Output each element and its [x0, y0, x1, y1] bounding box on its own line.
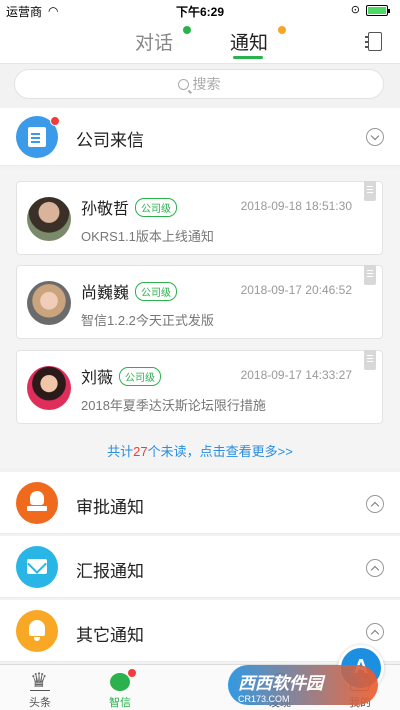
letter-list: 孙敬哲 公司级 2018-09-18 18:51:30 OKRS1.1版本上线通…	[0, 170, 400, 468]
approval-icon	[16, 482, 58, 524]
search-bar-container: 搜索	[0, 64, 400, 104]
tab-zhixin[interactable]: 智信	[80, 665, 160, 710]
active-tab-indicator	[233, 56, 263, 59]
tab-chat[interactable]: 对话	[135, 28, 173, 55]
unread-count: 27	[133, 444, 148, 459]
letter-card[interactable]: 尚巍巍 公司级 2018-09-17 20:46:52 智信1.2.2今天正式发…	[16, 265, 383, 339]
search-input[interactable]: 搜索	[14, 69, 384, 99]
stamp-icon	[27, 491, 47, 511]
bookmark-tag-icon	[364, 265, 376, 285]
level-badge: 公司级	[135, 282, 177, 301]
company-letter-section[interactable]: 公司来信	[0, 108, 400, 166]
bookmark-tag-icon	[364, 350, 376, 370]
avatar	[27, 366, 71, 410]
section-label: 审批通知	[76, 498, 144, 517]
top-nav: 对话 通知	[0, 20, 400, 64]
more-prefix: 共计	[107, 444, 134, 459]
section-label: 公司来信	[76, 131, 144, 150]
timestamp: 2018-09-17 20:46:52	[240, 283, 352, 297]
letter-card[interactable]: 孙敬哲 公司级 2018-09-18 18:51:30 OKRS1.1版本上线通…	[16, 181, 383, 255]
tab-notice[interactable]: 通知	[230, 28, 268, 55]
chat-icon	[110, 673, 130, 691]
watermark-title: 西西软件园	[238, 674, 323, 693]
chevron-up-icon[interactable]	[366, 559, 384, 577]
mail-icon	[27, 559, 47, 574]
clock: 下午6:29	[175, 5, 225, 19]
contacts-book-icon[interactable]	[365, 32, 382, 51]
chat-unread-dot	[183, 26, 191, 34]
site-watermark: 西西软件园 CR173.COM	[228, 665, 378, 705]
bell-icon	[29, 620, 45, 641]
chevron-down-icon[interactable]	[366, 128, 384, 146]
crown-icon	[30, 669, 50, 691]
approval-notice-section[interactable]: 审批通知	[0, 472, 400, 534]
letter-card[interactable]: 刘薇 公司级 2018-09-17 14:33:27 2018年夏季达沃斯论坛限…	[16, 350, 383, 424]
timestamp: 2018-09-18 18:51:30	[240, 199, 352, 213]
notice-unread-dot	[278, 26, 286, 34]
tab-headlines[interactable]: 头条	[0, 665, 80, 710]
chevron-up-icon[interactable]	[366, 495, 384, 513]
level-badge: 公司级	[135, 198, 177, 217]
level-badge: 公司级	[119, 367, 161, 386]
letter-subject: OKRS1.1版本上线通知	[81, 229, 214, 244]
view-more-link[interactable]: 共计27个未读，点击查看更多>>	[0, 441, 400, 460]
more-suffix: 个未读，点击查看更多>>	[147, 444, 293, 459]
sender-name: 孙敬哲	[81, 201, 130, 218]
avatar	[27, 197, 71, 241]
timestamp: 2018-09-17 14:33:27	[240, 368, 352, 382]
unread-badge	[50, 116, 60, 126]
section-label: 汇报通知	[76, 562, 144, 581]
tab-label: 头条	[29, 697, 51, 709]
sender-name: 尚巍巍	[81, 285, 130, 302]
search-placeholder: 搜索	[192, 76, 221, 92]
orientation-lock-icon: ⊙	[350, 4, 360, 16]
search-icon	[177, 79, 189, 90]
tab-label: 智信	[109, 697, 131, 709]
other-notice-section[interactable]: 其它通知	[0, 600, 400, 662]
section-label: 其它通知	[76, 626, 144, 645]
sender-name: 刘薇	[81, 370, 114, 387]
battery-icon	[366, 5, 390, 16]
chevron-up-icon[interactable]	[366, 623, 384, 641]
tab-unread-dot	[128, 669, 136, 677]
letter-subject: 2018年夏季达沃斯论坛限行措施	[81, 398, 266, 413]
report-icon	[16, 546, 58, 588]
report-notice-section[interactable]: 汇报通知	[0, 536, 400, 598]
document-icon	[28, 127, 46, 147]
other-icon	[16, 610, 58, 652]
bookmark-tag-icon	[364, 181, 376, 201]
watermark-subtitle: CR173.COM	[238, 694, 290, 704]
avatar	[27, 281, 71, 325]
status-bar: 运营商 ◠ 下午6:29 ⊙	[0, 0, 400, 20]
letter-subject: 智信1.2.2今天正式发版	[81, 313, 214, 328]
